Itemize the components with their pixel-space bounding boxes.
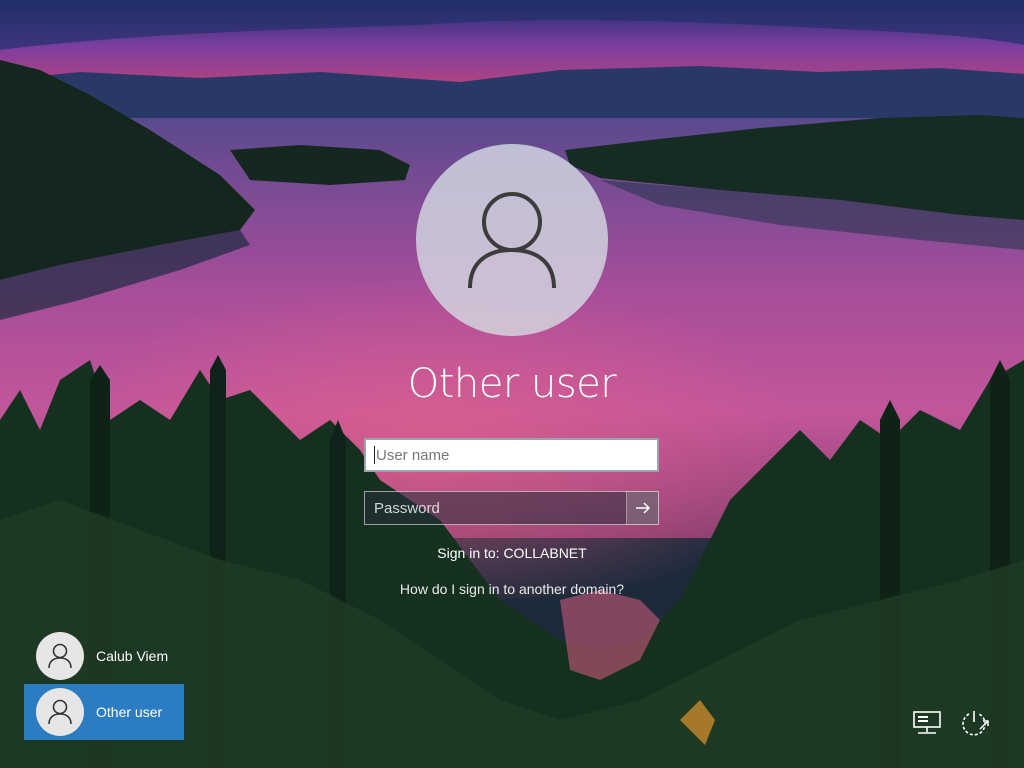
user-tile-avatar [36,632,84,680]
sign-in-domain-text: Sign in to: COLLABNET [437,545,587,561]
network-icon[interactable] [911,706,945,740]
password-placeholder: Password [374,499,440,517]
user-tile-calub-viem[interactable]: Calub Viem [24,628,184,684]
user-avatar [416,144,608,336]
user-tile-label: Other user [96,704,163,720]
user-icon [468,192,556,289]
user-icon [48,643,72,669]
arrow-right-icon [636,502,651,514]
selected-user-title: Other user [407,361,617,407]
power-icon[interactable] [957,706,991,740]
password-input[interactable]: Password [364,491,659,525]
user-tile-other-user[interactable]: Other user [24,684,184,740]
username-placeholder: User name [376,446,450,464]
user-tile-label: Calub Viem [96,648,169,664]
username-input[interactable]: User name [364,438,659,472]
other-domain-help-link[interactable]: How do I sign in to another domain? [312,580,712,598]
text-caret [374,446,375,464]
submit-button[interactable] [626,491,659,525]
user-icon [48,699,72,725]
user-tile-avatar [36,688,84,736]
